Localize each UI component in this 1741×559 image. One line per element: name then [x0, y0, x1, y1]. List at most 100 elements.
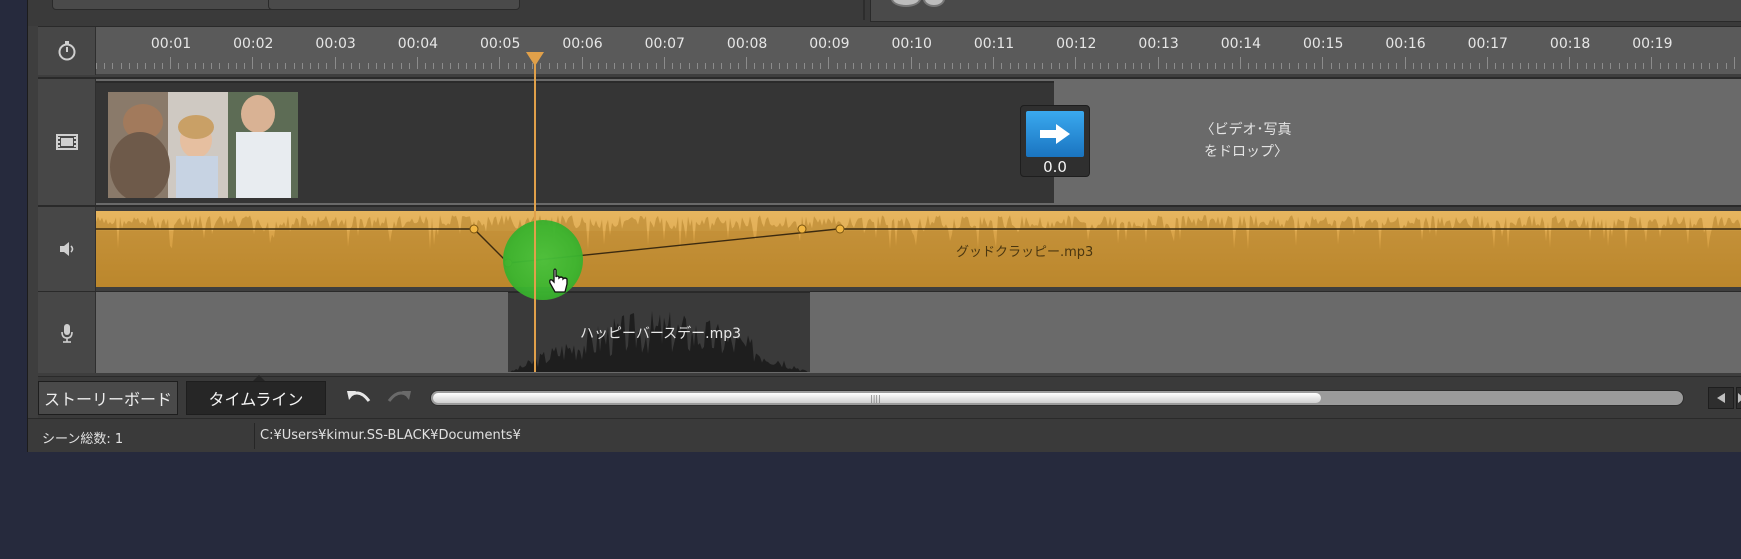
ruler-tick [796, 63, 797, 69]
ruler-tick [746, 57, 747, 69]
editor-window: 00:01 00:02 00:03 00:04 00:05 00:06 00:07 00:08… [27, 0, 1741, 452]
ruler-tick [1125, 63, 1126, 69]
tab-timeline[interactable]: タイムライン [186, 375, 326, 415]
playhead-handle[interactable] [526, 52, 544, 66]
envelope-keyframe[interactable] [797, 224, 807, 234]
tab-storyboard[interactable]: ストーリーボード [38, 381, 178, 415]
ruler-tick [1643, 63, 1644, 69]
ruler-tick [985, 63, 986, 69]
music-track: グッドクラッピー.mp3 [38, 205, 1741, 291]
ruler-tick [466, 63, 467, 69]
timeline-scrollbar[interactable]: |||| [430, 390, 1684, 406]
ruler-tick [401, 63, 402, 69]
ruler-scale[interactable]: 00:01 00:02 00:03 00:04 00:05 00:06 00:07 00:08… [96, 27, 1741, 75]
timeline-footer: ストーリーボード タイムライン |||| [38, 375, 1741, 418]
narration-clip[interactable]: ハッピーバースデー.mp3 [508, 292, 810, 372]
ruler-tick [1075, 57, 1076, 69]
ruler-tick [1668, 63, 1669, 69]
toolbar-button[interactable] [268, 0, 520, 10]
music-clip[interactable]: グッドクラッピー.mp3 [96, 211, 1741, 287]
drop-hint-line1: 〈ビデオ･写真 [1200, 122, 1292, 138]
ruler-tick [442, 63, 443, 69]
envelope-keyframe[interactable] [835, 224, 845, 234]
ruler-tick [1018, 63, 1019, 69]
ruler-tick [1331, 63, 1332, 69]
ruler-tick [565, 63, 566, 69]
ruler-time-label: 00:13 [1138, 36, 1179, 52]
ruler-tick [1446, 63, 1447, 69]
ruler-tick [1701, 63, 1702, 69]
ruler-tick [1182, 63, 1183, 69]
playhead-line[interactable] [534, 52, 536, 372]
narration-track-header[interactable] [38, 292, 96, 373]
ruler-tick [1166, 63, 1167, 69]
ruler-tick [1248, 63, 1249, 69]
ruler-tick [993, 57, 994, 69]
ruler-tick [1454, 63, 1455, 69]
toolbar-button[interactable] [52, 0, 284, 10]
scroll-right-button[interactable] [1736, 387, 1741, 409]
envelope-keyframe[interactable] [469, 224, 479, 234]
ruler-tick [1610, 63, 1611, 69]
ruler-tick [590, 63, 591, 69]
ruler-tick [1224, 63, 1225, 69]
ruler-time-label: 00:10 [891, 36, 932, 52]
transition-button[interactable]: 0.0 [1020, 105, 1090, 177]
ruler-tick [689, 63, 690, 69]
ruler-tick [1487, 57, 1488, 69]
ruler-tick [458, 63, 459, 69]
ruler-tick [252, 57, 253, 69]
stop-control[interactable] [923, 0, 945, 7]
ruler-tick [1265, 63, 1266, 69]
ruler-tick [425, 63, 426, 69]
volume-envelope[interactable] [96, 211, 1741, 287]
transition-duration: 0.0 [1043, 158, 1067, 176]
ruler-tick [1133, 63, 1134, 69]
ruler-tick [903, 63, 904, 69]
ruler-tick [754, 63, 755, 69]
ruler-tick [112, 63, 113, 69]
narration-track-lane[interactable]: ハッピーバースデー.mp3 [96, 292, 1741, 373]
ruler-tick [417, 57, 418, 69]
ruler-time-label: 00:04 [397, 36, 439, 52]
ruler-tick [368, 63, 369, 69]
ruler-tick [1347, 63, 1348, 69]
ruler-tick [845, 63, 846, 69]
undo-button[interactable] [343, 385, 375, 409]
ruler-tick [219, 63, 220, 69]
ruler-tick [326, 63, 327, 69]
ruler-time-label: 00:14 [1220, 36, 1262, 52]
music-track-header[interactable] [38, 207, 96, 291]
ruler-tick [1635, 63, 1636, 69]
ruler-tick [730, 63, 731, 69]
narration-track: ハッピーバースデー.mp3 [38, 291, 1741, 373]
play-control[interactable] [891, 0, 921, 7]
video-track-header[interactable] [38, 79, 96, 205]
redo-button[interactable] [383, 385, 415, 409]
ruler-tick [1339, 63, 1340, 69]
scrollbar-thumb[interactable]: |||| [433, 393, 1321, 403]
ruler-time-label: 00:07 [644, 36, 685, 52]
time-ruler[interactable]: 00:01 00:02 00:03 00:04 00:05 00:06 00:07 00:08… [38, 26, 1741, 75]
ruler-tick [1717, 63, 1718, 69]
ruler-tick [573, 63, 574, 69]
status-divider [254, 423, 255, 449]
video-track-lane[interactable]: 0.0 〈ビデオ･写真 をドロップ〉 [96, 79, 1741, 205]
ruler-tick [557, 63, 558, 69]
ruler-tick [1141, 63, 1142, 69]
arrow-right-icon [1040, 124, 1070, 144]
ruler-tick [508, 63, 509, 69]
ruler-tick [721, 63, 722, 69]
video-clip[interactable] [96, 81, 1054, 203]
music-track-lane[interactable]: グッドクラッピー.mp3 [96, 207, 1741, 291]
ruler-tick [1051, 63, 1052, 69]
ruler-tick [927, 63, 928, 69]
ruler-tick [886, 63, 887, 69]
ruler-tick [211, 63, 212, 69]
ruler-tick [1577, 63, 1578, 69]
scroll-left-button[interactable] [1708, 387, 1734, 409]
ruler-tick [1544, 63, 1545, 69]
ruler-tick [1479, 63, 1480, 69]
ruler-tick [1388, 63, 1389, 69]
ruler-tick [656, 63, 657, 69]
